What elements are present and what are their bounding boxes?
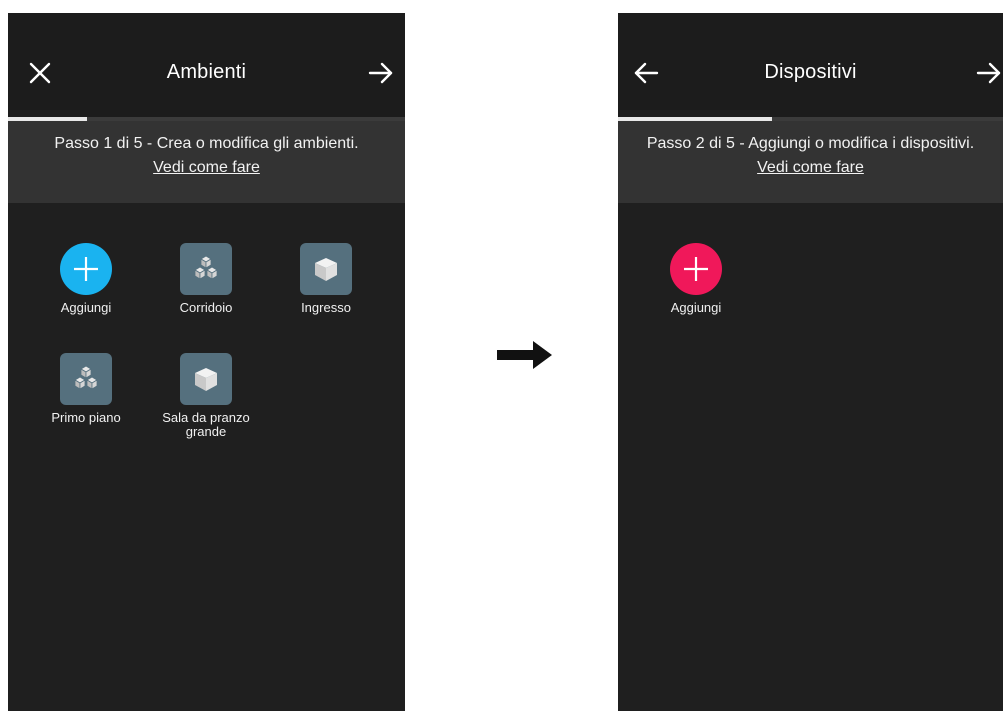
cubes-icon: [180, 243, 232, 295]
tile-sala-da-pranzo-grande[interactable]: Sala da pranzo grande: [146, 353, 266, 439]
tile-label: Corridoio: [179, 300, 233, 315]
page-title: Ambienti: [166, 61, 247, 83]
tile-corridoio[interactable]: Corridoio: [146, 243, 266, 315]
plus-icon: [670, 243, 722, 295]
ambienti-grid: Aggiungi Corridoio Ingresso Primo piano …: [8, 203, 405, 711]
tile-label: Aggiungi: [60, 300, 112, 315]
ambienti-screen: Ambienti Passo 1 di 5 - Crea o modifica …: [8, 13, 405, 711]
tile-label: Sala da pranzo grande: [162, 410, 250, 439]
tile-label: Aggiungi: [670, 300, 722, 315]
arrow-right-icon: [497, 341, 552, 369]
dispositivi-screen: Dispositivi Passo 2 di 5 - Aggiungi o mo…: [618, 13, 1003, 711]
add-ambiente-button[interactable]: Aggiungi: [26, 243, 146, 315]
top-bar: Ambienti: [8, 13, 405, 117]
arrow-right-icon[interactable]: [367, 59, 395, 87]
step-banner: Passo 1 di 5 - Crea o modifica gli ambie…: [8, 121, 405, 203]
plus-icon: [60, 243, 112, 295]
arrow-right-icon[interactable]: [975, 59, 1003, 87]
page-title: Dispositivi: [764, 61, 857, 83]
tile-label: Primo piano: [51, 410, 121, 425]
step-text: Passo 2 di 5 - Aggiungi o modifica i dis…: [646, 135, 975, 152]
cube-icon: [300, 243, 352, 295]
step-banner: Passo 2 di 5 - Aggiungi o modifica i dis…: [618, 121, 1003, 203]
help-link[interactable]: Vedi come fare: [153, 159, 260, 177]
step-text: Passo 1 di 5 - Crea o modifica gli ambie…: [54, 135, 359, 152]
add-dispositivo-button[interactable]: Aggiungi: [636, 243, 756, 315]
top-bar: Dispositivi: [618, 13, 1003, 117]
help-link[interactable]: Vedi come fare: [757, 159, 864, 177]
cube-icon: [180, 353, 232, 405]
cubes-icon: [60, 353, 112, 405]
dispositivi-grid: Aggiungi: [618, 203, 1003, 711]
tile-primo-piano[interactable]: Primo piano: [26, 353, 146, 425]
tile-ingresso[interactable]: Ingresso: [266, 243, 386, 315]
tile-label: Ingresso: [301, 300, 351, 315]
